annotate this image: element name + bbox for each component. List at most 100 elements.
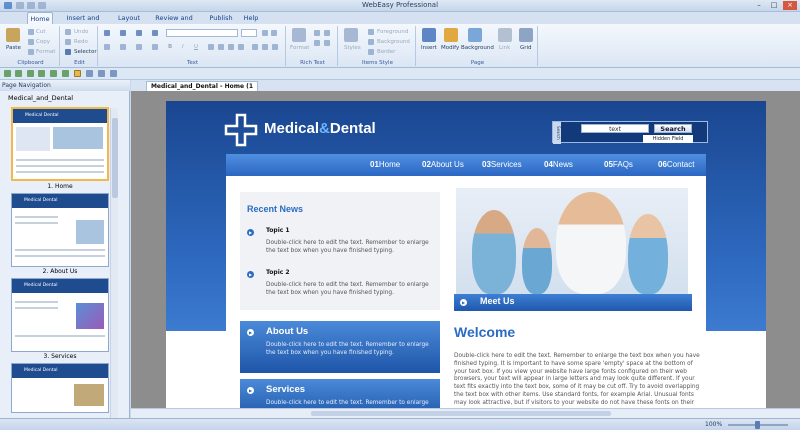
maximize-icon[interactable]: □ (767, 1, 781, 10)
text-option-3-icon[interactable] (136, 44, 142, 50)
indent-icon[interactable] (272, 44, 278, 50)
tab-help[interactable]: Help (242, 12, 260, 24)
nav-scrollbar-thumb[interactable] (112, 118, 118, 198)
text-style-icon[interactable] (104, 30, 110, 36)
site-nav-news[interactable]: 04News (544, 154, 573, 176)
rich-text-format-icon[interactable] (292, 28, 306, 42)
modify-button[interactable]: Modify (441, 45, 459, 51)
page-thumbnail-about-us[interactable]: Medical Dental (11, 193, 109, 267)
bullets-icon[interactable] (252, 44, 258, 50)
numbering-icon[interactable] (262, 44, 268, 50)
selector-button[interactable]: Selector (74, 49, 97, 55)
tab-insert-and-modify[interactable]: Insert and Modify (57, 12, 109, 34)
align-center-icon[interactable] (218, 44, 224, 50)
site-logo-text[interactable]: Medical&Dental (264, 120, 376, 137)
document-tab-home[interactable]: Medical_and_Dental - Home (1 of 6) (146, 81, 258, 100)
window-title: WebEasy Professional (361, 1, 439, 9)
text-color-icon[interactable] (120, 30, 126, 36)
tab-layout[interactable]: Layout (117, 12, 141, 24)
format-painter-button[interactable]: Format (36, 49, 55, 55)
tab-publish[interactable]: Publish (207, 12, 235, 24)
page-thumbnail-home[interactable]: Medical Dental (11, 107, 109, 181)
underline-icon[interactable]: U (194, 44, 198, 50)
site-nav-about-us[interactable]: 02About Us (422, 154, 464, 176)
background-button[interactable]: Background (377, 39, 410, 45)
back-icon[interactable] (4, 70, 11, 77)
search-input[interactable]: text (581, 124, 649, 133)
forward-icon[interactable] (15, 70, 22, 77)
paste-icon[interactable] (6, 28, 20, 42)
justify-icon[interactable] (238, 44, 244, 50)
services-panel[interactable]: ▶ Services Double-click here to edit the… (240, 379, 440, 408)
page-view-icon[interactable] (74, 70, 81, 77)
about-us-panel[interactable]: ▶ About Us Double-click here to edit the… (240, 321, 440, 373)
copy-button[interactable]: Copy (36, 39, 50, 45)
zoom-level: 100% (705, 421, 723, 428)
zoom-icon[interactable] (98, 70, 105, 77)
hidden-field[interactable]: Hidden Field (643, 135, 693, 143)
first-page-icon[interactable] (27, 70, 34, 77)
text-highlight-icon[interactable] (152, 30, 158, 36)
italic-icon[interactable]: I (182, 44, 184, 50)
recent-news-box[interactable]: Recent News ▶ Topic 1 Double-click here … (240, 192, 440, 310)
doctors-photo[interactable] (456, 188, 688, 294)
border-button[interactable]: Border (377, 49, 395, 55)
cut-button[interactable]: Cut (36, 29, 45, 35)
canvas-horizontal-scrollbar[interactable] (131, 408, 800, 418)
indent-more-icon[interactable] (324, 40, 330, 46)
modify-icon[interactable] (444, 28, 458, 42)
site-nav-home[interactable]: 01Home (370, 154, 400, 176)
list-icon[interactable] (314, 30, 320, 36)
last-page-icon[interactable] (62, 70, 69, 77)
preview-icon[interactable] (86, 70, 93, 77)
search-button[interactable]: Search (654, 124, 692, 133)
font-family-select[interactable] (166, 29, 238, 37)
insert-icon[interactable] (422, 28, 436, 42)
site-root-item[interactable]: Medical_and_Dental (8, 94, 73, 102)
page-background-icon[interactable] (468, 28, 482, 42)
website-page[interactable]: Medical&Dental Search text Search Hidden… (166, 101, 766, 408)
tab-home[interactable]: Home (27, 12, 53, 24)
nav-scrollbar[interactable] (110, 108, 118, 418)
insert-button[interactable]: Insert (421, 45, 437, 51)
styles-icon[interactable] (344, 28, 358, 42)
page-thumbnail-next[interactable]: Medical Dental (11, 363, 109, 413)
zoom-slider-handle[interactable] (755, 421, 760, 429)
grid-button[interactable]: Grid (520, 45, 532, 51)
options-icon[interactable] (110, 70, 117, 77)
link-icon[interactable] (498, 28, 512, 42)
paste-button[interactable]: Paste (6, 45, 21, 51)
prev-page-icon[interactable] (38, 70, 45, 77)
styles-button[interactable]: Styles (344, 45, 361, 51)
outdent-icon[interactable] (314, 40, 320, 46)
text-option-4-icon[interactable] (152, 44, 158, 50)
undo-button[interactable]: Undo (74, 29, 88, 35)
border-icon (368, 49, 374, 55)
foreground-button[interactable]: Foreground (377, 29, 408, 35)
align-right-icon[interactable] (228, 44, 234, 50)
page-thumbnail-services[interactable]: Medical Dental (11, 278, 109, 352)
meet-us-bar[interactable]: ▶ Meet Us (454, 294, 692, 311)
close-icon[interactable]: × (783, 1, 797, 10)
horizontal-scrollbar-thumb[interactable] (311, 411, 611, 416)
site-nav-faqs[interactable]: 05FAQs (604, 154, 633, 176)
align-left-icon[interactable] (208, 44, 214, 50)
text-option-2-icon[interactable] (120, 44, 126, 50)
minimize-icon[interactable]: – (752, 1, 766, 10)
bold-icon[interactable]: B (168, 44, 172, 50)
next-page-icon[interactable] (50, 70, 57, 77)
text-option-1-icon[interactable] (104, 44, 110, 50)
text-effect-icon[interactable] (136, 30, 142, 36)
list-number-icon[interactable] (324, 30, 330, 36)
page-background-button[interactable]: Background (461, 45, 494, 51)
rich-text-format-button[interactable]: Format (290, 45, 309, 51)
site-nav-services[interactable]: 03Services (482, 154, 522, 176)
shrink-font-icon[interactable] (271, 30, 277, 36)
link-button[interactable]: Link (499, 45, 510, 51)
tab-review-and-tools[interactable]: Review and Tools (150, 12, 198, 34)
redo-button[interactable]: Redo (74, 39, 88, 45)
grow-font-icon[interactable] (262, 30, 268, 36)
grid-icon[interactable] (519, 28, 533, 42)
font-size-select[interactable] (241, 29, 257, 37)
site-nav-contact[interactable]: 06Contact (658, 154, 694, 176)
